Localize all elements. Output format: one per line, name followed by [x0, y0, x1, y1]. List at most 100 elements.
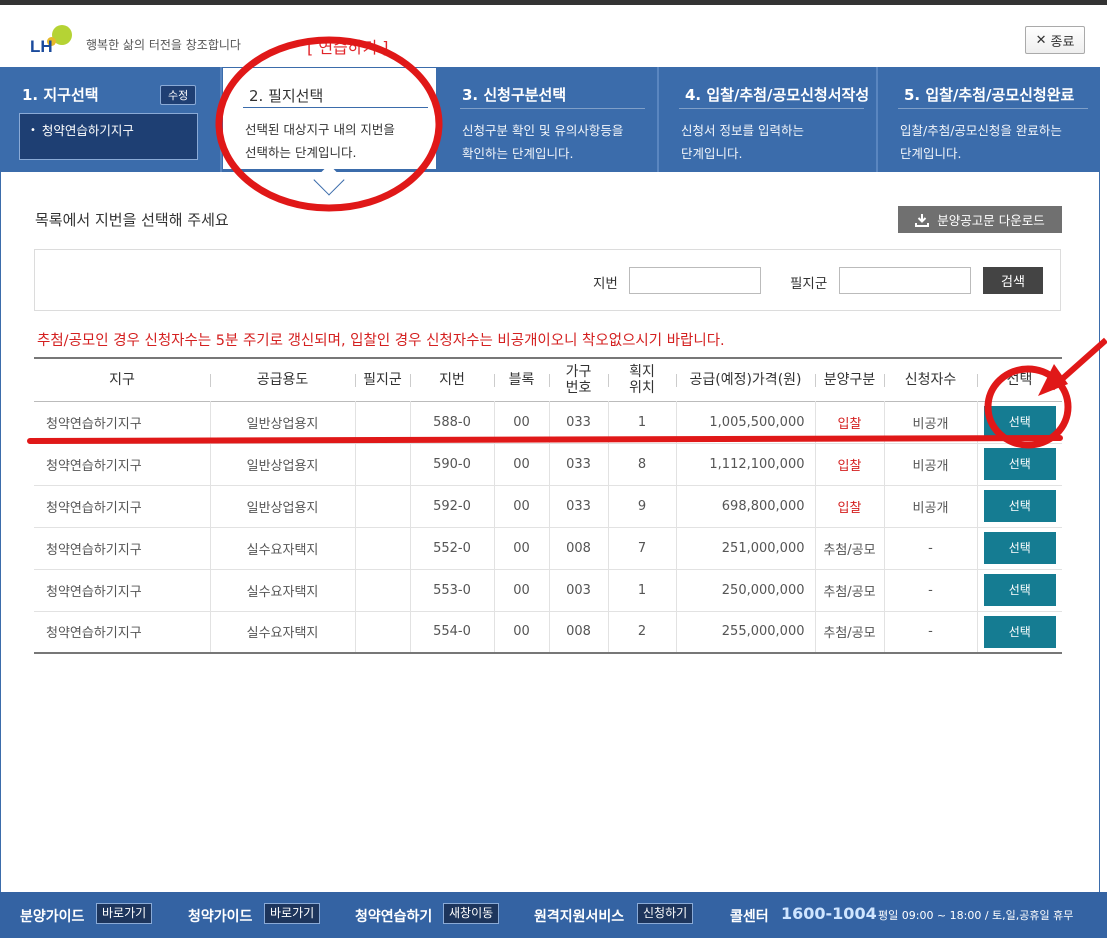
lot-input[interactable]: [629, 267, 761, 294]
cell-price: 1,112,100,000: [675, 443, 815, 485]
remote-apply-button[interactable]: 신청하기: [637, 903, 694, 924]
cell-unit: 033: [548, 401, 608, 443]
col-unit-number: 가구 번호: [549, 358, 608, 401]
cell-position: 2: [607, 611, 676, 653]
cell-position: 8: [607, 443, 676, 485]
select-button[interactable]: 선택: [983, 615, 1056, 648]
cell-block: 00: [493, 485, 549, 527]
step-5-desc-line1: 입찰/추첨/공모신청을 완료하는: [900, 123, 1062, 138]
practice-mode-label: [ 연습하기 ]: [307, 38, 389, 57]
cell-use: 일반상업용지: [209, 485, 355, 527]
table-row: 청약연습하기지구 일반상업용지 590-0 00 033 8 1,112,100…: [34, 443, 1062, 485]
col-sale-type: 분양구분: [815, 358, 884, 401]
cell-district: 청약연습하기지구: [46, 626, 142, 642]
step-3-desc-line1: 신청구분 확인 및 유의사항등을: [462, 123, 624, 138]
select-button[interactable]: 선택: [983, 448, 1056, 480]
cell-applicants: -: [883, 527, 977, 569]
col-position-line1: 획지: [629, 363, 655, 380]
download-notice-button[interactable]: 분양공고문 다운로드: [898, 206, 1062, 233]
cell-district: 청약연습하기지구: [46, 500, 142, 516]
close-icon: ✕: [1035, 32, 1047, 48]
step-5-underline: [898, 108, 1088, 109]
header: LH 행복한 삶의 터전을 창조합니다 [ 연습하기 ] ✕ 종료: [0, 5, 1107, 67]
step-1: 1. 지구선택 수정 • 청약연습하기지구: [0, 67, 220, 172]
step-2-underline: [243, 107, 428, 108]
lot-table: 지구 공급용도 필지군 지번 블록 가구 번호 획지 위치 공급(예정)가격(원) …: [34, 357, 1062, 654]
cell-use: 실수요자택지: [209, 611, 355, 653]
col-position-line2: 위치: [629, 379, 655, 396]
download-label: 분양공고문 다운로드: [937, 213, 1045, 228]
table-row: 청약연습하기지구 실수요자택지 552-0 00 008 7 251,000,0…: [34, 527, 1062, 569]
cell-group: [354, 443, 410, 485]
cell-select: 선택: [976, 485, 1062, 527]
lot-label: 지번: [593, 276, 618, 292]
table-row: 청약연습하기지구 일반상업용지 588-0 00 033 1 1,005,500…: [34, 401, 1062, 443]
cell-use: 실수요자택지: [209, 527, 355, 569]
cell-applicants: 비공개: [883, 485, 977, 527]
cell-select: 선택: [976, 611, 1062, 653]
cell-price: 698,800,000: [675, 485, 815, 527]
table-header-row: 지구 공급용도 필지군 지번 블록 가구 번호 획지 위치 공급(예정)가격(원) …: [34, 358, 1062, 401]
cell-lot: 590-0: [409, 443, 494, 485]
step-4-desc: 신청서 정보를 입력하는 단계입니다.: [681, 119, 804, 165]
step-2-desc-line1: 선택된 대상지구 내의 지번을: [245, 122, 395, 137]
download-icon: [915, 213, 930, 227]
cell-lot: 592-0: [409, 485, 494, 527]
cell-block: 00: [493, 443, 549, 485]
cell-select: 선택: [976, 569, 1062, 611]
select-button[interactable]: 선택: [983, 406, 1056, 438]
footer-practice-label: 청약연습하기: [355, 909, 433, 925]
cell-group: [354, 569, 410, 611]
cell-lot: 588-0: [409, 401, 494, 443]
cell-block: 00: [493, 401, 549, 443]
select-button[interactable]: 선택: [983, 532, 1056, 564]
cell-unit: 008: [548, 527, 608, 569]
cell-applicants: -: [883, 569, 977, 611]
cell-lot: 553-0: [409, 569, 494, 611]
group-input[interactable]: [839, 267, 971, 294]
footer-sale-guide-label: 분양가이드: [20, 909, 85, 925]
cell-sale-type: 추첨/공모: [814, 569, 884, 611]
col-use: 공급용도: [210, 358, 355, 401]
step-2-desc-line2: 선택하는 단계입니다.: [245, 145, 357, 160]
cell-group: [354, 611, 410, 653]
step-2-desc: 선택된 대상지구 내의 지번을 선택하는 단계입니다.: [245, 118, 395, 164]
notice-text: 추첨/공모인 경우 신청자수는 5분 주기로 갱신되며, 입찰인 경우 신청자수…: [37, 333, 725, 349]
cell-applicants: 비공개: [883, 401, 977, 443]
step-5-desc-line2: 단계입니다.: [900, 146, 962, 161]
apply-guide-button[interactable]: 바로가기: [264, 903, 321, 924]
step-bar: 1. 지구선택 수정 • 청약연습하기지구 2. 필지선택 선택된 대상지구 내의…: [0, 67, 1100, 172]
logo-text: LH: [30, 37, 53, 56]
bullet-icon: •: [30, 125, 36, 136]
step-4-desc-line1: 신청서 정보를 입력하는: [681, 123, 804, 138]
close-button[interactable]: ✕ 종료: [1025, 26, 1085, 54]
cell-unit: 033: [548, 485, 608, 527]
step-3-title: 3. 신청구분선택: [462, 86, 567, 104]
cell-district: 청약연습하기지구: [46, 542, 142, 558]
practice-new-window-button[interactable]: 새창이동: [443, 903, 500, 924]
col-unit-number-line2: 번호: [565, 379, 592, 396]
cell-sale-type: 입찰: [814, 443, 884, 485]
edit-district-button[interactable]: 수정: [160, 85, 197, 105]
instruction-text: 목록에서 지번을 선택해 주세요: [35, 211, 229, 229]
selected-district-box: • 청약연습하기지구: [19, 113, 198, 160]
table-row: 청약연습하기지구 일반상업용지 592-0 00 033 9 698,800,0…: [34, 485, 1062, 527]
search-button[interactable]: 검색: [983, 267, 1043, 294]
callcenter-hours: 평일 09:00 ~ 18:00 / 토,일,공휴일 휴무: [878, 909, 1074, 922]
step-5-desc: 입찰/추첨/공모신청을 완료하는 단계입니다.: [900, 119, 1062, 165]
cell-block: 00: [493, 569, 549, 611]
col-group: 필지군: [355, 358, 410, 401]
step-2-active: 2. 필지선택 선택된 대상지구 내의 지번을 선택하는 단계입니다.: [222, 67, 437, 170]
cell-position: 9: [607, 485, 676, 527]
cell-group: [354, 401, 410, 443]
footer: 분양가이드 바로가기 청약가이드 바로가기 청약연습하기 새창이동 원격지원서비…: [0, 892, 1107, 938]
cell-unit: 003: [548, 569, 608, 611]
cell-lot: 554-0: [409, 611, 494, 653]
cell-block: 00: [493, 611, 549, 653]
select-button[interactable]: 선택: [983, 490, 1056, 522]
cell-unit: 033: [548, 443, 608, 485]
cell-position: 1: [607, 401, 676, 443]
select-button[interactable]: 선택: [983, 574, 1056, 606]
sale-guide-button[interactable]: 바로가기: [96, 903, 153, 924]
cell-price: 1,005,500,000: [675, 401, 815, 443]
